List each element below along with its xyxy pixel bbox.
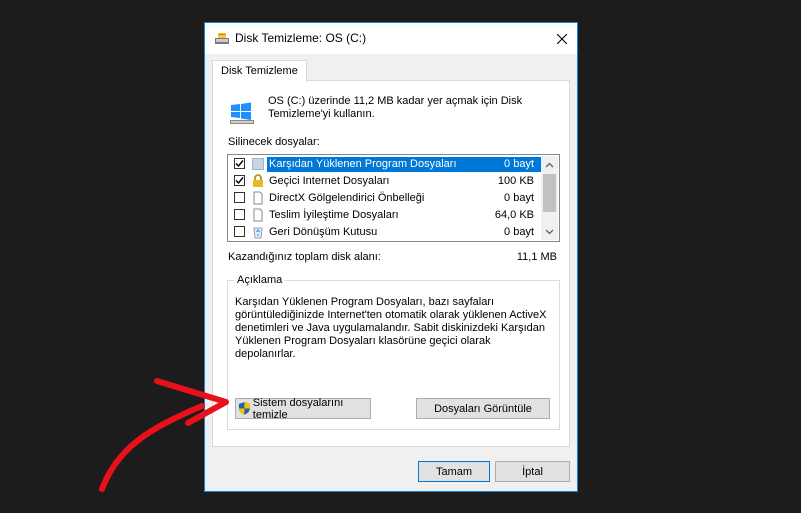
tab-disk-cleanup[interactable]: Disk Temizleme [212,60,307,82]
annotation-arrow [99,378,229,492]
